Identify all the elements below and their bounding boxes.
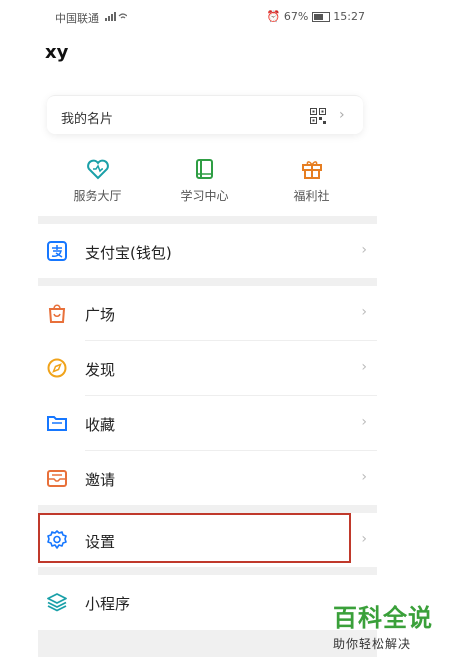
status-bar: 中国联通 ⏰ 67% 15:27 <box>55 8 365 28</box>
quick-link-welfare[interactable]: 福利社 <box>255 157 368 204</box>
chevron-right-icon: › <box>361 242 367 258</box>
menu-item-label: 邀请 <box>85 471 116 489</box>
alipay-icon <box>47 241 67 261</box>
chevron-right-icon: › <box>361 531 367 547</box>
watermark-subtitle: 助你轻松解决 <box>333 637 412 651</box>
clock-time: 15:27 <box>333 10 365 23</box>
menu-item-label: 小程序 <box>85 595 131 613</box>
carrier-label: 中国联通 <box>55 12 99 25</box>
chevron-right-icon: › <box>339 107 345 123</box>
watermark: 百科全说 助你轻松解决 <box>333 598 451 652</box>
menu-item-label: 收藏 <box>85 416 116 434</box>
menu-item-favorites[interactable]: 收藏 › <box>38 396 377 450</box>
menu-item-alipay[interactable]: 支付宝(钱包) › <box>38 224 377 278</box>
status-right: ⏰ 67% 15:27 <box>267 10 365 23</box>
quick-link-service-hall[interactable]: 服务大厅 <box>41 157 154 204</box>
book-icon <box>195 159 213 179</box>
quick-link-learning-center[interactable]: 学习中心 <box>148 157 261 204</box>
chevron-right-icon: › <box>361 304 367 320</box>
menu-item-mini-programs[interactable]: 小程序 <box>38 575 377 629</box>
highlight-box <box>38 513 351 563</box>
menu-item-discover[interactable]: 发现 › <box>38 341 377 395</box>
business-card-row[interactable]: 我的名片 › <box>47 95 363 134</box>
chevron-right-icon: › <box>361 469 367 485</box>
bag-icon <box>48 304 66 323</box>
layers-icon <box>47 593 67 612</box>
battery-percent: 67% <box>283 10 309 23</box>
quick-link-label: 学习中心 <box>180 189 229 203</box>
quick-link-label: 服务大厅 <box>73 189 122 203</box>
section-separator <box>38 505 377 513</box>
quick-links: 服务大厅 学习中心 福利社 <box>38 157 377 217</box>
menu-item-square[interactable]: 广场 › <box>38 286 377 340</box>
alarm-icon: ⏰ <box>266 10 281 23</box>
menu-item-label: 支付宝(钱包) <box>85 244 172 262</box>
signal-icon <box>105 12 127 21</box>
bottom-spacer <box>38 630 377 657</box>
business-card-label: 我的名片 <box>61 112 114 127</box>
qr-code-icon <box>310 108 326 124</box>
gift-icon <box>301 161 322 179</box>
username: xy <box>45 42 69 63</box>
section-separator <box>38 216 377 224</box>
menu-item-label: 发现 <box>85 361 116 379</box>
heart-icon <box>86 159 109 180</box>
quick-link-label: 福利社 <box>293 189 330 203</box>
menu-item-label: 广场 <box>85 306 116 324</box>
folder-icon <box>47 416 67 431</box>
watermark-title: 百科全说 <box>333 604 433 632</box>
section-separator <box>38 567 377 575</box>
phone-screen: 中国联通 ⏰ 67% 15:27 xy 我的名片 › 服务大厅 学习中心 福利社… <box>0 0 462 657</box>
section-separator <box>38 278 377 286</box>
envelope-icon <box>47 470 67 487</box>
chevron-right-icon: › <box>361 414 367 430</box>
compass-icon <box>47 358 67 378</box>
menu-item-invite[interactable]: 邀请 › <box>38 451 377 505</box>
chevron-right-icon: › <box>361 359 367 375</box>
battery-icon <box>311 12 330 22</box>
